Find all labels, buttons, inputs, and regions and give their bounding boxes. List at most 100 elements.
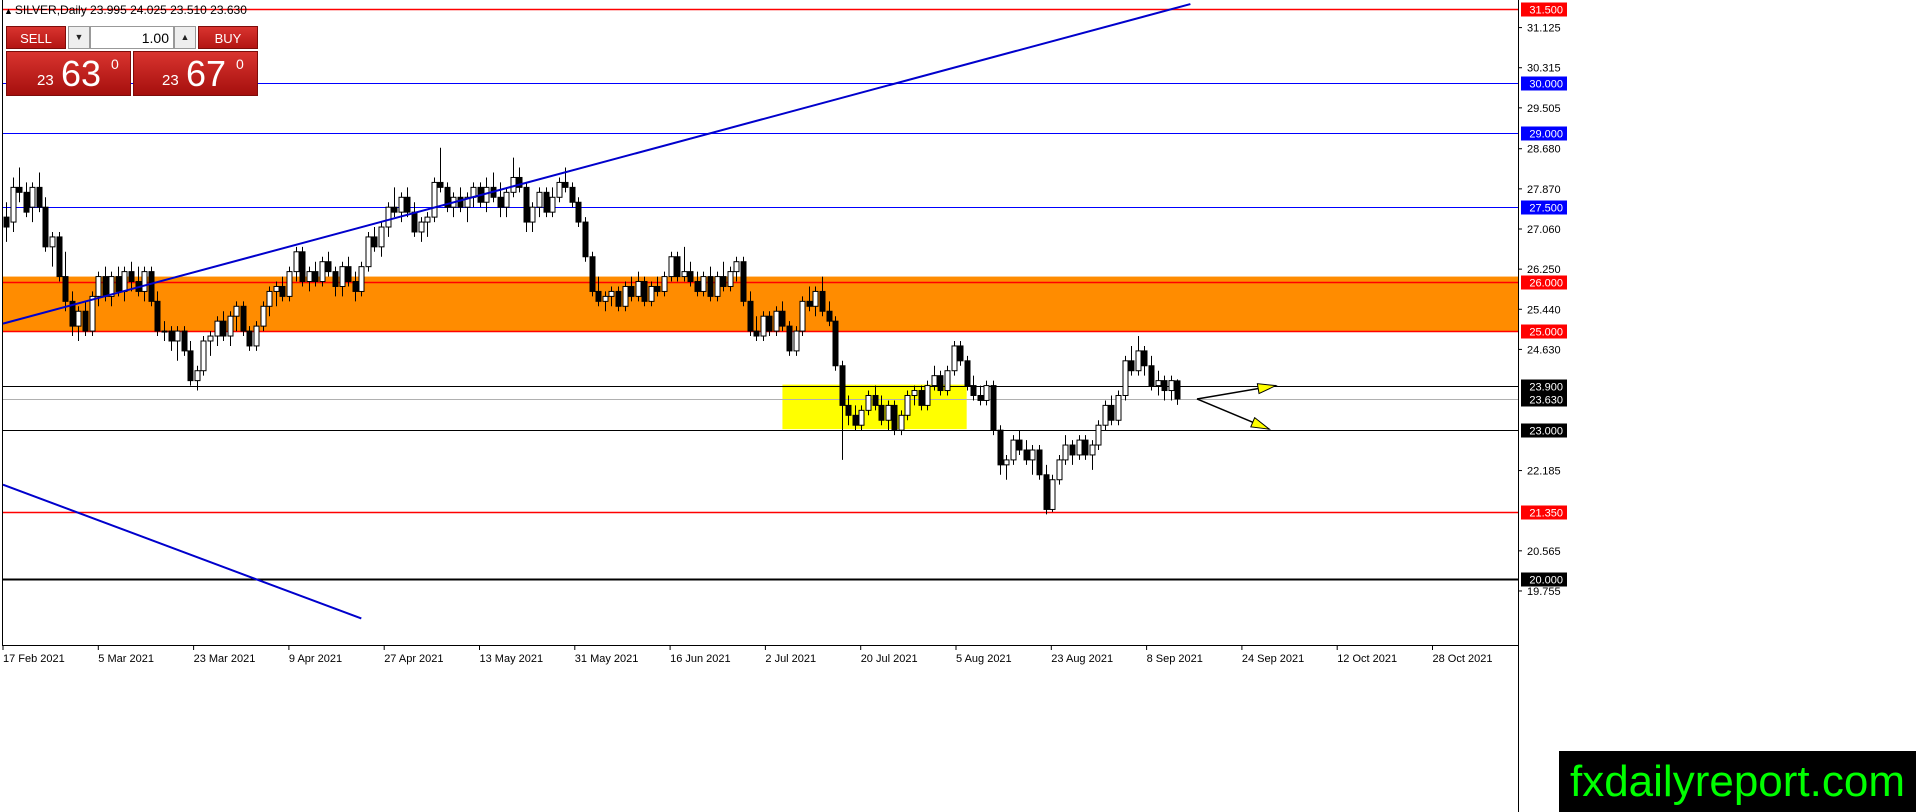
lot-decrease-icon[interactable]: ▼ — [68, 26, 90, 49]
price-tick-label: 29.505 — [1527, 103, 1561, 115]
axis-layer: 31.125 30.315 29.505 28.680 27.870 27.060 26.2… — [2, 0, 1561, 812]
candle-body — [503, 191, 510, 208]
consolidation-zone — [782, 384, 967, 430]
candle-body — [766, 315, 773, 332]
arrow-down-head — [1250, 416, 1272, 430]
candle-body — [128, 271, 135, 283]
candle-body — [536, 191, 543, 208]
candle-body — [661, 276, 668, 292]
candle-body — [29, 186, 36, 208]
candle-body — [424, 216, 431, 223]
level-label-26-000: 26.000 — [1529, 278, 1563, 290]
candle-body — [121, 271, 128, 292]
candle-body — [602, 295, 609, 302]
candle-body — [951, 345, 958, 372]
collapse-triangle-icon[interactable]: ▲ — [4, 6, 13, 16]
candle-body — [23, 191, 30, 213]
candle-body — [1128, 360, 1135, 372]
candle-body — [997, 429, 1004, 466]
candle-body — [898, 414, 905, 431]
candle-body — [773, 310, 780, 332]
candle-body — [904, 394, 911, 416]
time-tick-label: 9 Apr 2021 — [289, 653, 342, 665]
lot-increase-icon[interactable]: ▲ — [174, 26, 196, 49]
candle-body — [1082, 439, 1089, 456]
candle-body — [687, 271, 694, 283]
candle-body — [154, 300, 161, 332]
candle-body — [878, 404, 885, 421]
level-label-29-000: 29.000 — [1529, 129, 1563, 141]
price-tick-label: 28.680 — [1527, 144, 1561, 156]
candle-body — [339, 266, 346, 287]
candle-body — [1155, 380, 1162, 387]
candle-body — [62, 276, 69, 302]
candle-body — [826, 310, 833, 322]
sell-button[interactable]: SELL — [6, 26, 66, 49]
candle-body — [1095, 424, 1102, 446]
arrow-up-head — [1256, 383, 1278, 395]
candle-body — [727, 271, 734, 287]
candle-body — [352, 281, 359, 292]
price-tick-label: 26.250 — [1527, 264, 1561, 276]
candle-body — [214, 320, 221, 337]
ask-price-prefix: 23 — [162, 72, 179, 89]
ask-price-point: 0 — [236, 56, 244, 72]
bid-price-button[interactable]: 23 63 0 — [6, 51, 131, 96]
trade-panel-controls: SELL ▼ ▲ BUY — [6, 26, 258, 49]
candle-body — [240, 305, 247, 332]
candle-body — [858, 409, 865, 426]
candle-body — [832, 320, 839, 367]
candle-body — [556, 181, 563, 198]
candle-body — [312, 271, 319, 283]
price-tick-label: 27.060 — [1527, 224, 1561, 236]
candle-body — [89, 295, 96, 332]
candle-body — [1076, 439, 1083, 456]
candle-body — [1168, 380, 1175, 392]
price-tick-label: 30.315 — [1527, 63, 1561, 75]
candle-body — [957, 345, 964, 362]
candle-body — [371, 236, 378, 248]
candle-body — [246, 330, 253, 347]
candle-body — [1056, 459, 1063, 481]
level-label-31-500: 31.500 — [1529, 5, 1563, 17]
candle-body — [747, 300, 754, 332]
candle-body — [174, 330, 181, 342]
candle-body — [549, 196, 556, 213]
buy-button[interactable]: BUY — [198, 26, 258, 49]
candle-body — [286, 271, 293, 297]
candle-body — [964, 360, 971, 387]
ask-price-button[interactable]: 23 67 0 — [133, 51, 258, 96]
candle-body — [1036, 449, 1043, 476]
time-tick-label: 5 Aug 2021 — [956, 653, 1012, 665]
candle-body — [654, 285, 661, 292]
candle-body — [1003, 459, 1010, 466]
candle-body — [674, 256, 681, 278]
time-tick-label: 28 Oct 2021 — [1433, 653, 1493, 665]
candle-body — [253, 325, 260, 347]
candle-body — [220, 320, 227, 337]
price-tick-label: 20.565 — [1527, 546, 1561, 558]
candle-body — [924, 385, 931, 406]
price-chart[interactable]: 31.500 30.000 29.000 27.500 26.000 25.000 23.9… — [0, 0, 1916, 812]
candle-body — [733, 261, 740, 273]
time-tick-label: 20 Jul 2021 — [861, 653, 918, 665]
candle-body — [891, 404, 898, 431]
lot-size-input[interactable] — [90, 26, 174, 49]
candle-body — [523, 186, 530, 223]
candle-body — [148, 271, 155, 302]
candle-body — [36, 186, 43, 208]
candle-body — [3, 216, 10, 228]
time-tick-label: 16 Jun 2021 — [670, 653, 731, 665]
candle-body — [865, 394, 872, 411]
candle-body — [437, 181, 444, 188]
price-tick-label: 22.185 — [1527, 466, 1561, 478]
candle-body — [1174, 380, 1181, 400]
candle-body — [648, 285, 655, 302]
level-label-23-000: 23.000 — [1529, 426, 1563, 438]
candle-body — [944, 370, 951, 392]
candle-body — [1089, 444, 1096, 456]
candle-body — [628, 285, 635, 297]
candle-body — [391, 206, 398, 213]
candle-body — [872, 394, 879, 406]
candle-body — [641, 281, 648, 302]
